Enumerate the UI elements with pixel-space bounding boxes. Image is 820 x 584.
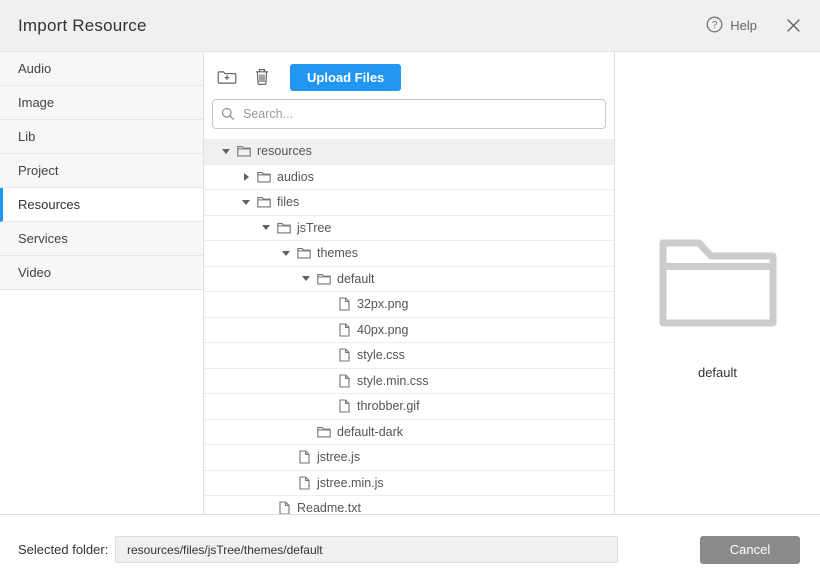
tree-row[interactable]: files xyxy=(204,190,614,216)
folder-icon xyxy=(256,171,272,183)
tree-row[interactable]: 32px.png xyxy=(204,292,614,318)
header-actions: ? Help xyxy=(706,16,800,36)
file-icon xyxy=(336,399,352,413)
preview-folder-name: default xyxy=(698,365,737,380)
sidebar-item-video[interactable]: Video xyxy=(0,256,203,290)
cancel-button[interactable]: Cancel xyxy=(700,536,800,564)
tree-row[interactable]: audios xyxy=(204,165,614,191)
dialog-footer: Selected folder: Cancel xyxy=(0,514,820,584)
chevron-down-icon[interactable] xyxy=(218,149,234,154)
folder-icon xyxy=(236,145,252,157)
chevron-down-icon[interactable] xyxy=(298,276,314,281)
selected-folder-path-input[interactable] xyxy=(115,536,618,563)
svg-text:?: ? xyxy=(712,20,718,31)
tree-row[interactable]: style.css xyxy=(204,343,614,369)
folder-icon xyxy=(296,247,312,259)
tree-node-label: resources xyxy=(257,144,312,158)
add-folder-icon[interactable] xyxy=(214,65,240,89)
sidebar-item-label: Services xyxy=(18,231,68,246)
close-icon[interactable] xyxy=(787,19,800,32)
tree-node-label: 40px.png xyxy=(357,323,408,337)
search-bar xyxy=(212,99,606,135)
folder-icon xyxy=(256,196,272,208)
sidebar-item-lib[interactable]: Lib xyxy=(0,120,203,154)
tree-row[interactable]: jstree.min.js xyxy=(204,471,614,497)
tree-row[interactable]: style.min.css xyxy=(204,369,614,395)
sidebar-item-label: Lib xyxy=(18,129,35,144)
folder-icon xyxy=(316,273,332,285)
file-icon xyxy=(296,476,312,490)
file-icon xyxy=(336,374,352,388)
tree-node-label: style.css xyxy=(357,348,405,362)
search-input[interactable] xyxy=(212,99,606,129)
tree-node-label: jsTree xyxy=(297,221,331,235)
import-resource-dialog: Import Resource ? Help Audio Image Lib Proj… xyxy=(0,0,820,584)
sidebar: Audio Image Lib Project Resources Services Vid… xyxy=(0,52,204,514)
file-icon xyxy=(336,348,352,362)
tree-node-label: throbber.gif xyxy=(357,399,420,413)
tree-node-label: default xyxy=(337,272,375,286)
folder-icon xyxy=(276,222,292,234)
page-title: Import Resource xyxy=(18,16,147,36)
tree-row[interactable]: 40px.png xyxy=(204,318,614,344)
tree-node-label: jstree.js xyxy=(317,450,360,464)
sidebar-item-label: Resources xyxy=(18,197,80,212)
tree-row[interactable]: default xyxy=(204,267,614,293)
chevron-down-icon[interactable] xyxy=(258,225,274,230)
tree-row[interactable]: jsTree xyxy=(204,216,614,242)
file-icon xyxy=(276,501,292,514)
dialog-header: Import Resource ? Help xyxy=(0,0,820,52)
help-label: Help xyxy=(730,18,757,33)
tree-row[interactable]: Readme.txt xyxy=(204,496,614,514)
tree-node-label: audios xyxy=(277,170,314,184)
preview-panel: default xyxy=(615,52,820,514)
file-tree: resources audios files jsTree themes default 3… xyxy=(204,139,614,514)
tree-node-label: 32px.png xyxy=(357,297,408,311)
file-icon xyxy=(336,297,352,311)
dialog-body: Audio Image Lib Project Resources Services Vid… xyxy=(0,52,820,514)
trash-icon[interactable] xyxy=(249,65,275,89)
toolbar: Upload Files xyxy=(204,52,614,92)
sidebar-item-label: Project xyxy=(18,163,58,178)
tree-node-label: jstree.min.js xyxy=(317,476,384,490)
tree-node-label: files xyxy=(277,195,299,209)
folder-icon xyxy=(316,426,332,438)
sidebar-item-resources[interactable]: Resources xyxy=(0,188,203,222)
chevron-right-icon[interactable] xyxy=(238,173,254,181)
tree-row[interactable]: resources xyxy=(204,139,614,165)
help-icon: ? xyxy=(706,16,723,36)
sidebar-item-services[interactable]: Services xyxy=(0,222,203,256)
search-icon xyxy=(221,107,235,126)
tree-node-label: themes xyxy=(317,246,358,260)
upload-files-button[interactable]: Upload Files xyxy=(290,64,401,91)
tree-row[interactable]: jstree.js xyxy=(204,445,614,471)
sidebar-item-label: Image xyxy=(18,95,54,110)
tree-row[interactable]: default-dark xyxy=(204,420,614,446)
chevron-down-icon[interactable] xyxy=(278,251,294,256)
help-button[interactable]: ? Help xyxy=(706,16,757,36)
tree-node-label: Readme.txt xyxy=(297,501,361,514)
sidebar-item-label: Audio xyxy=(18,61,51,76)
tree-row[interactable]: themes xyxy=(204,241,614,267)
sidebar-item-label: Video xyxy=(18,265,51,280)
sidebar-item-image[interactable]: Image xyxy=(0,86,203,120)
tree-node-label: default-dark xyxy=(337,425,403,439)
folder-icon xyxy=(657,233,779,334)
selected-folder-label: Selected folder: xyxy=(18,542,115,557)
file-browser: Upload Files resources audios files jsTree t… xyxy=(204,52,615,514)
sidebar-item-project[interactable]: Project xyxy=(0,154,203,188)
file-icon xyxy=(296,450,312,464)
file-icon xyxy=(336,323,352,337)
tree-row[interactable]: throbber.gif xyxy=(204,394,614,420)
sidebar-item-audio[interactable]: Audio xyxy=(0,52,203,86)
chevron-down-icon[interactable] xyxy=(238,200,254,205)
tree-node-label: style.min.css xyxy=(357,374,429,388)
